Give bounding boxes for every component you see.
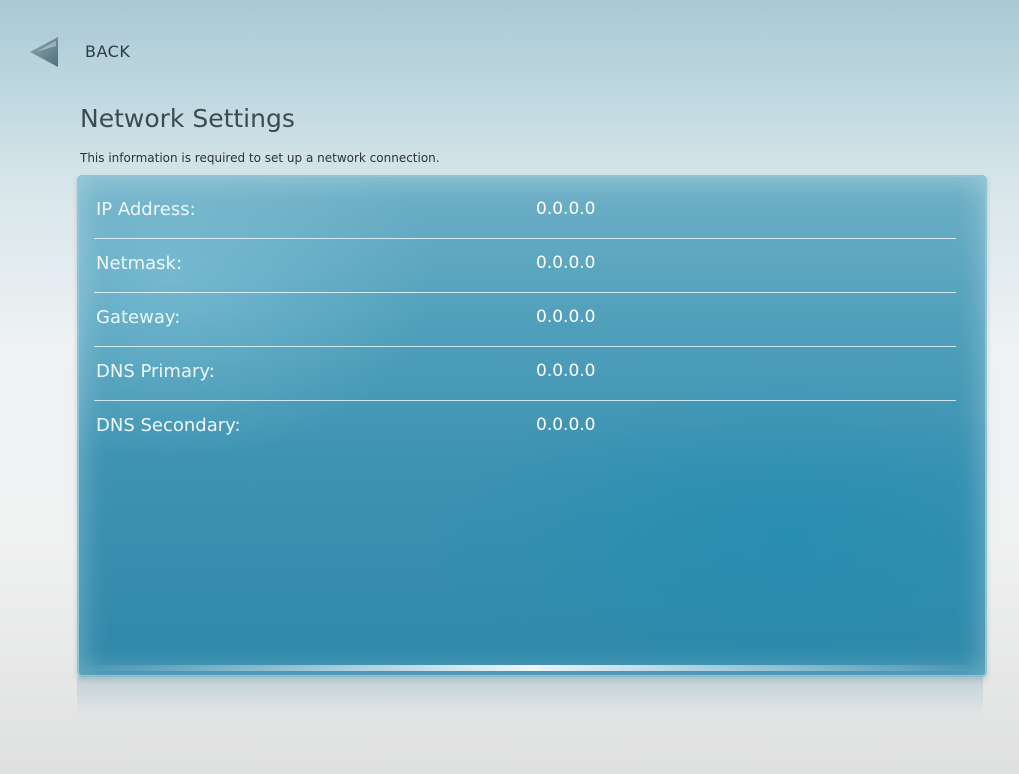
setting-label: Gateway: (96, 307, 181, 328)
setting-value: 0.0.0.0 (536, 253, 596, 273)
setting-label: DNS Primary: (96, 361, 215, 382)
setting-row-dns-primary[interactable]: DNS Primary: 0.0.0.0 (94, 347, 956, 401)
panel-reflection (77, 676, 983, 736)
setting-row-gateway[interactable]: Gateway: 0.0.0.0 (94, 293, 956, 347)
setting-row-netmask[interactable]: Netmask: 0.0.0.0 (94, 239, 956, 293)
panel-glow (80, 665, 980, 671)
setting-value: 0.0.0.0 (536, 199, 596, 219)
setting-row-ip-address[interactable]: IP Address: 0.0.0.0 (94, 185, 956, 239)
setting-value: 0.0.0.0 (536, 307, 596, 327)
back-label: BACK (85, 42, 131, 61)
setting-row-dns-secondary[interactable]: DNS Secondary: 0.0.0.0 (94, 401, 956, 454)
setting-value: 0.0.0.0 (536, 415, 596, 435)
setting-value: 0.0.0.0 (536, 361, 596, 381)
setting-label: Netmask: (96, 253, 183, 274)
settings-list: IP Address: 0.0.0.0 Netmask: 0.0.0.0 Gat… (94, 185, 956, 454)
setting-label: IP Address: (96, 199, 196, 220)
back-arrow-icon (30, 37, 58, 67)
back-button[interactable]: BACK (28, 36, 130, 68)
setting-label: DNS Secondary: (96, 415, 241, 436)
page-subtitle: This information is required to set up a… (80, 151, 440, 165)
page-title: Network Settings (80, 104, 295, 133)
